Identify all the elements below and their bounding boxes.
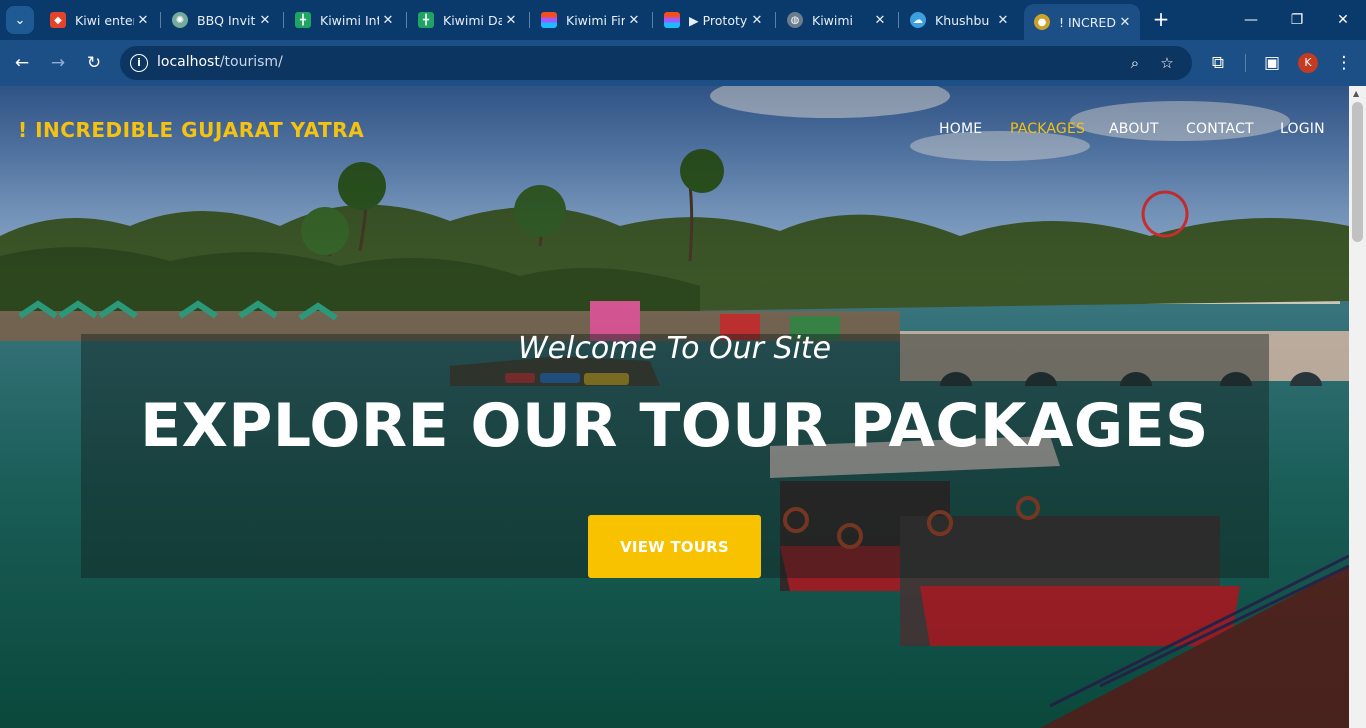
chevron-down-icon: ⌄ bbox=[14, 12, 26, 28]
chatgpt-icon: ✺ bbox=[172, 12, 188, 28]
browser-tab-strip: ⌄ ◆ Kiwi enter ✕ ✺ BBQ Invit ✕ ╋ Kiwimi … bbox=[0, 0, 1366, 40]
hero-headline: EXPLORE OUR TOUR PACKAGES bbox=[140, 391, 1209, 461]
browser-tab[interactable]: ◍ Kiwimi ✕ bbox=[777, 4, 895, 36]
gitlab-icon: ◆ bbox=[50, 12, 66, 28]
browser-tab[interactable]: ╋ Kiwimi Da ✕ bbox=[408, 4, 526, 36]
tab-title: Kiwimi Da bbox=[443, 12, 502, 28]
close-tab-icon[interactable]: ✕ bbox=[748, 13, 766, 28]
close-tab-icon[interactable]: ✕ bbox=[256, 13, 274, 28]
browser-toolbar: ← → ↻ i localhost/tourism/ ⌕ ☆ ⧉ ▣ K ⋮ bbox=[0, 40, 1366, 86]
nav-link-home[interactable]: HOME bbox=[939, 121, 982, 137]
nav-link-contact[interactable]: CONTACT bbox=[1186, 121, 1254, 137]
nav-link-login[interactable]: LOGIN bbox=[1280, 121, 1325, 137]
tab-title: Kiwimi Int bbox=[320, 12, 379, 28]
side-panel-icon[interactable]: ▣ bbox=[1260, 51, 1284, 75]
extensions-icon[interactable]: ⧉ bbox=[1206, 51, 1230, 75]
minimize-icon[interactable]: — bbox=[1228, 0, 1274, 40]
browser-tab[interactable]: ☁ Khushbu I ✕ bbox=[900, 4, 1018, 36]
site-info-icon[interactable]: i bbox=[130, 54, 148, 72]
browser-tab[interactable]: ╋ Kiwimi Int ✕ bbox=[285, 4, 403, 36]
view-tours-button[interactable]: VIEW TOURS bbox=[588, 515, 761, 578]
close-tab-icon[interactable]: ✕ bbox=[994, 13, 1012, 28]
page-scrollbar[interactable]: ▲ bbox=[1349, 86, 1366, 728]
tab-title: BBQ Invit bbox=[197, 12, 256, 28]
scrollbar-thumb[interactable] bbox=[1352, 102, 1363, 242]
url-text[interactable]: localhost/tourism/ bbox=[157, 54, 283, 70]
figma-icon bbox=[541, 12, 557, 28]
browser-tab[interactable]: ▶ Prototy ✕ bbox=[654, 4, 772, 36]
close-tab-icon[interactable]: ✕ bbox=[625, 13, 643, 28]
close-tab-icon[interactable]: ✕ bbox=[871, 13, 889, 28]
nav-link-about[interactable]: ABOUT bbox=[1109, 121, 1159, 137]
tab-title: Khushbu I bbox=[935, 12, 994, 28]
cloud-icon: ☁ bbox=[910, 12, 926, 28]
new-tab-button[interactable]: + bbox=[1150, 8, 1172, 30]
sheets-icon: ╋ bbox=[418, 12, 434, 28]
browser-tab-active[interactable]: ● ! INCREDI ✕ bbox=[1024, 4, 1140, 40]
close-tab-icon[interactable]: ✕ bbox=[502, 13, 520, 28]
sheets-icon: ╋ bbox=[295, 12, 311, 28]
hero-welcome-text: Welcome To Our Site bbox=[517, 331, 832, 366]
globe-icon: ◍ bbox=[787, 12, 803, 28]
menu-kebab-icon[interactable]: ⋮ bbox=[1332, 51, 1356, 75]
close-window-icon[interactable]: ✕ bbox=[1320, 0, 1366, 40]
profile-avatar[interactable]: K bbox=[1298, 53, 1318, 73]
close-tab-icon[interactable]: ✕ bbox=[1116, 15, 1134, 30]
tab-title: Kiwimi Fir bbox=[566, 12, 625, 28]
url-host: localhost bbox=[157, 54, 220, 70]
browser-tab[interactable]: Kiwimi Fir ✕ bbox=[531, 4, 649, 36]
reload-icon[interactable]: ↻ bbox=[82, 51, 106, 75]
zoom-icon[interactable]: ⌕ bbox=[1124, 52, 1146, 74]
forward-arrow-icon[interactable]: → bbox=[46, 51, 70, 75]
figma-icon bbox=[664, 12, 680, 28]
browser-tab[interactable]: ✺ BBQ Invit ✕ bbox=[162, 4, 280, 36]
tab-title: ! INCREDI bbox=[1059, 14, 1116, 30]
tab-search-button[interactable]: ⌄ bbox=[6, 6, 34, 34]
back-arrow-icon[interactable]: ← bbox=[10, 51, 34, 75]
browser-tab[interactable]: ◆ Kiwi enter ✕ bbox=[40, 4, 158, 36]
address-bar[interactable]: i localhost/tourism/ ⌕ ☆ bbox=[120, 46, 1192, 80]
restore-icon[interactable]: ❐ bbox=[1274, 0, 1320, 40]
tab-title: Kiwi enter bbox=[75, 12, 134, 28]
url-path: /tourism/ bbox=[219, 54, 283, 70]
nav-link-packages[interactable]: PACKAGES bbox=[1010, 121, 1085, 137]
scroll-up-arrow-icon[interactable]: ▲ bbox=[1353, 89, 1359, 98]
close-tab-icon[interactable]: ✕ bbox=[379, 13, 397, 28]
site-brand-logo[interactable]: ! INCREDIBLE GUJARAT YATRA bbox=[18, 118, 364, 142]
close-tab-icon[interactable]: ✕ bbox=[134, 13, 152, 28]
site-icon: ● bbox=[1034, 14, 1050, 30]
page-viewport: ! INCREDIBLE GUJARAT YATRA HOME PACKAGES… bbox=[0, 86, 1349, 728]
bookmark-star-icon[interactable]: ☆ bbox=[1156, 52, 1178, 74]
tab-title: Kiwimi bbox=[812, 12, 854, 28]
tab-title: ▶ Prototy bbox=[689, 12, 748, 28]
site-navbar: ! INCREDIBLE GUJARAT YATRA HOME PACKAGES… bbox=[0, 86, 1349, 176]
